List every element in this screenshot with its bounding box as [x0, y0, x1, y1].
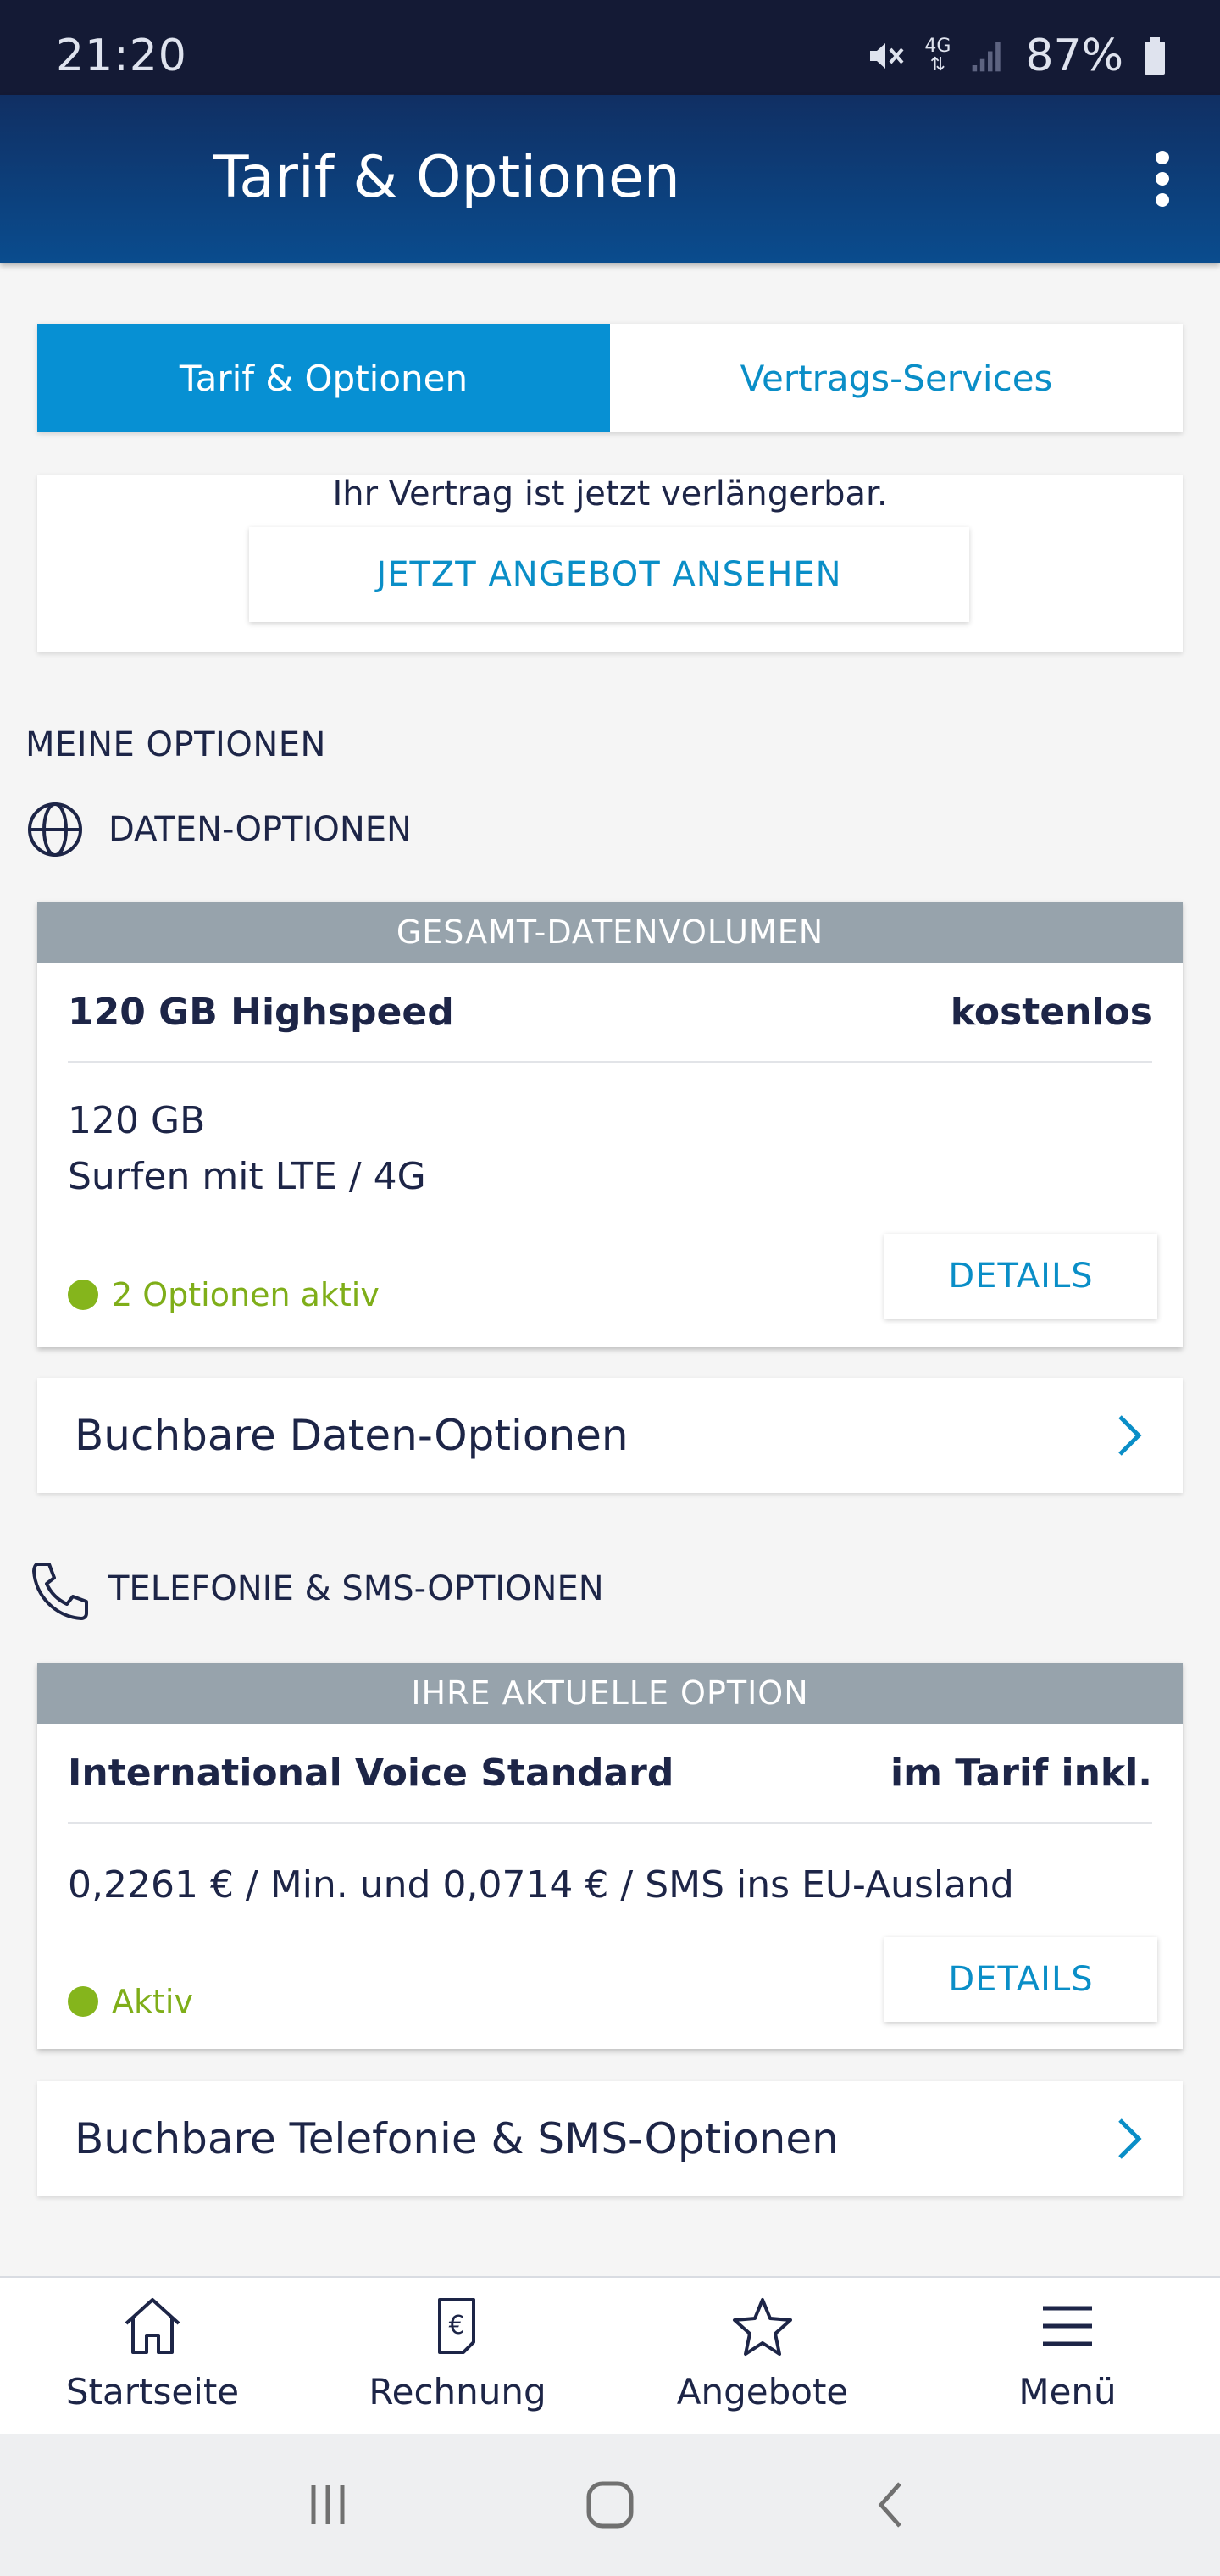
details-button[interactable]: DETAILS — [884, 1234, 1157, 1319]
hamburger-menu-icon — [1043, 2306, 1092, 2346]
segmented-tabs: Tarif & Optionen Vertrags-Services — [37, 324, 1183, 432]
option-volume: 120 GB — [68, 1099, 206, 1142]
nav-label: Startseite — [65, 2371, 240, 2412]
card-header: IHRE AKTUELLE OPTION — [37, 1663, 1183, 1724]
star-icon — [733, 2298, 792, 2356]
option-price: im Tarif inkl. — [890, 1751, 1152, 1795]
details-button[interactable]: DETAILS — [884, 1937, 1157, 2022]
status-text: Aktiv — [112, 1983, 193, 2020]
bookable-data-options-link[interactable]: Buchbare Daten-Optionen — [37, 1378, 1183, 1493]
view-offer-button[interactable]: JETZT ANGEBOT ANSEHEN — [249, 527, 969, 622]
option-description: 0,2261 € / Min. und 0,0714 € / SMS ins E… — [68, 1863, 1014, 1907]
tab-vertrags-services[interactable]: Vertrags-Services — [610, 324, 1183, 432]
nav-startseite[interactable]: Startseite — [0, 2278, 305, 2434]
nav-angebote[interactable]: Angebote — [610, 2278, 915, 2434]
back-icon[interactable] — [862, 2475, 922, 2534]
status-dot-icon — [68, 1986, 98, 2017]
bottom-navigation: Startseite € Rechnung Angebote Menü — [0, 2276, 1220, 2434]
nav-menu[interactable]: Menü — [915, 2278, 1220, 2434]
my-options-heading: MEINE OPTIONEN — [25, 725, 326, 764]
bookable-voice-options-link[interactable]: Buchbare Telefonie & SMS-Optionen — [37, 2081, 1183, 2196]
nav-label: Rechnung — [369, 2371, 546, 2412]
option-name: International Voice Standard — [68, 1751, 674, 1795]
more-vertical-icon[interactable] — [1149, 151, 1176, 212]
chevron-right-icon — [1118, 1415, 1142, 1456]
globe-icon — [28, 802, 82, 857]
status-text: 2 Optionen aktiv — [112, 1276, 380, 1313]
nav-label: Angebote — [676, 2371, 849, 2412]
voice-option-card: IHRE AKTUELLE OPTION International Voice… — [37, 1663, 1183, 2049]
status-badge: Aktiv — [68, 1983, 193, 2020]
system-navigation — [0, 2434, 1220, 2576]
data-options-title: DATEN-OPTIONEN — [108, 810, 412, 849]
status-dot-icon — [68, 1280, 98, 1310]
4g-icon: 4G ⇅ — [924, 36, 951, 75]
card-header: GESAMT-DATENVOLUMEN — [37, 902, 1183, 963]
status-bar: 21:20 4G ⇅ 87% — [0, 0, 1220, 95]
chevron-right-icon — [1118, 2118, 1142, 2159]
renewal-text: Ihr Vertrag ist jetzt verlängerbar. — [332, 475, 888, 514]
data-volume-card: GESAMT-DATENVOLUMEN 120 GB Highspeed kos… — [37, 902, 1183, 1347]
voice-options-heading: TELEFONIE & SMS-OPTIONEN — [25, 1557, 604, 1620]
clock: 21:20 — [56, 31, 187, 81]
page-title: Tarif & Optionen — [214, 144, 680, 211]
link-label: Buchbare Telefonie & SMS-Optionen — [75, 2114, 839, 2163]
status-badge: 2 Optionen aktiv — [68, 1276, 380, 1313]
data-options-heading: DATEN-OPTIONEN — [25, 798, 412, 861]
link-label: Buchbare Daten-Optionen — [75, 1411, 629, 1460]
home-icon — [125, 2298, 180, 2354]
recent-apps-icon[interactable] — [298, 2475, 358, 2534]
battery-text: 87% — [1025, 31, 1123, 81]
home-button-icon[interactable] — [580, 2475, 640, 2534]
signal-icon — [973, 42, 1001, 72]
app-bar: Tarif & Optionen — [0, 95, 1220, 263]
invoice-euro-icon: € — [438, 2298, 475, 2354]
status-icons: 4G ⇅ 87% — [865, 31, 1167, 81]
nav-rechnung[interactable]: € Rechnung — [305, 2278, 610, 2434]
option-name: 120 GB Highspeed — [68, 990, 454, 1034]
tab-tarif-optionen[interactable]: Tarif & Optionen — [37, 324, 610, 432]
battery-icon — [1145, 37, 1165, 75]
svg-text:€: € — [448, 2311, 464, 2340]
mute-icon — [870, 43, 904, 69]
renewal-card: Ihr Vertrag ist jetzt verlängerbar. JETZ… — [37, 475, 1183, 652]
nav-label: Menü — [1018, 2371, 1117, 2412]
phone-icon — [32, 1563, 88, 1620]
option-price: kostenlos — [950, 990, 1152, 1034]
option-description: Surfen mit LTE / 4G — [68, 1155, 426, 1198]
voice-options-title: TELEFONIE & SMS-OPTIONEN — [108, 1569, 604, 1608]
